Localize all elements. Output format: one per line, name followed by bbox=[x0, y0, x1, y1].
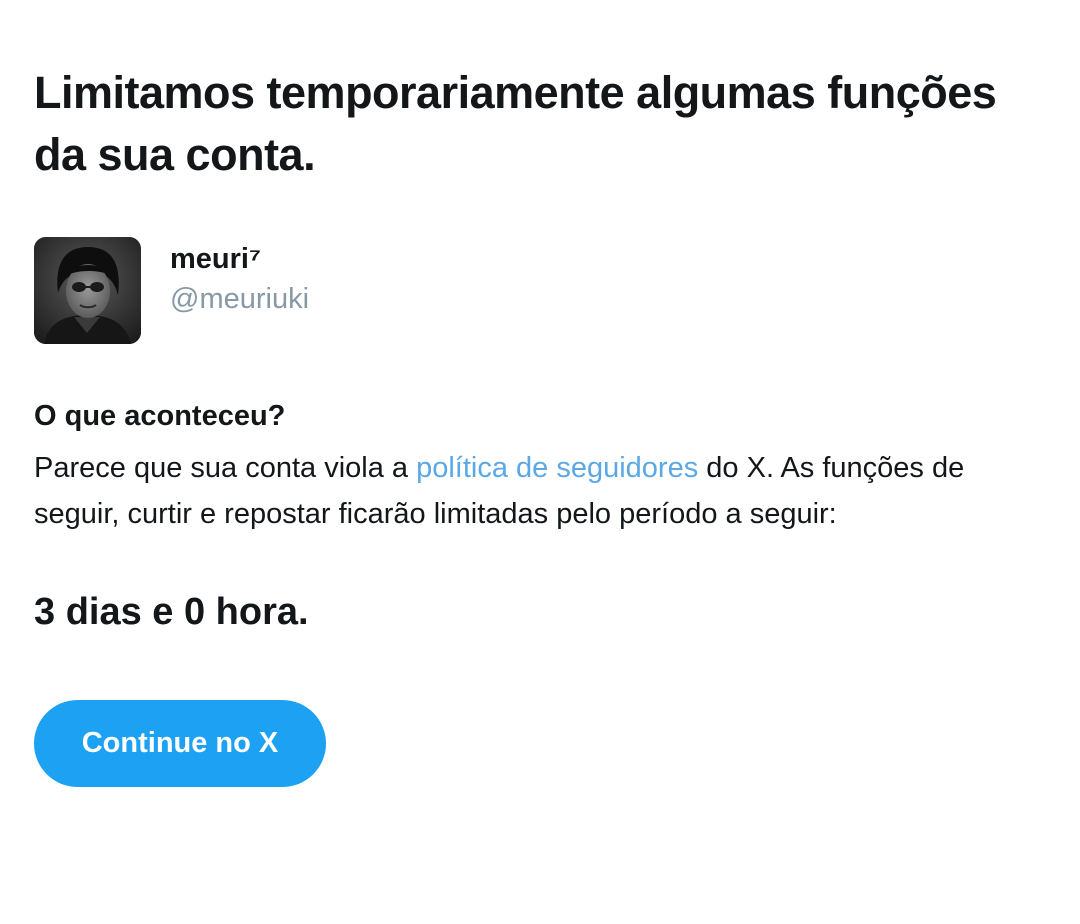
body-text-before-link: Parece que sua conta viola a bbox=[34, 452, 417, 484]
avatar-image bbox=[34, 237, 141, 344]
what-happened-heading: O que aconteceu? bbox=[34, 400, 286, 432]
follower-policy-link[interactable]: política de seguidores bbox=[416, 452, 698, 484]
continue-button[interactable]: Continue no X bbox=[34, 700, 326, 787]
avatar bbox=[34, 237, 141, 344]
profile-names: meuri⁷ @meuriuki bbox=[170, 239, 309, 319]
page-title: Limitamos temporariamente algumas funçõe… bbox=[34, 67, 997, 180]
username: @meuriuki bbox=[170, 283, 310, 315]
what-happened-body: Parece que sua conta viola a política de… bbox=[34, 445, 1049, 537]
display-name: meuri⁷ bbox=[170, 243, 261, 275]
restriction-duration: 3 dias e 0 hora. bbox=[34, 591, 309, 633]
account-profile: meuri⁷ @meuriuki bbox=[34, 237, 634, 345]
